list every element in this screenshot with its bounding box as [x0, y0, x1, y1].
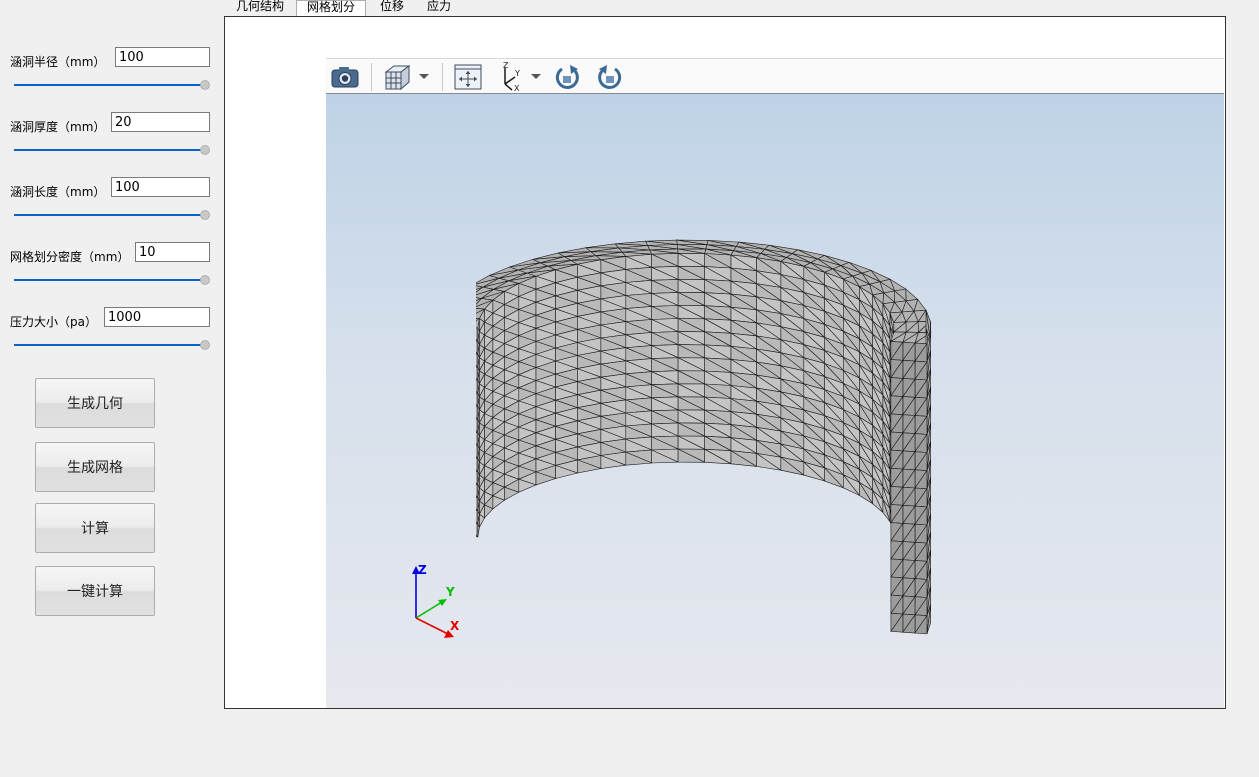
length-slider[interactable]	[14, 209, 210, 221]
y-axis-line	[415, 601, 443, 619]
radius-input[interactable]	[115, 47, 210, 67]
toolbar-separator	[442, 63, 443, 91]
svg-text:Y: Y	[514, 69, 520, 78]
radius-slider-thumb[interactable]	[200, 80, 210, 90]
tab-stress[interactable]: 应力	[418, 0, 460, 16]
view-cube-icon[interactable]	[382, 62, 412, 92]
length-label: 涵洞长度（mm）	[10, 185, 106, 199]
tab-geometry[interactable]: 几何结构	[226, 0, 294, 16]
rotate-cw-icon[interactable]	[553, 62, 583, 92]
axes-orientation-icon[interactable]: Z Y X	[496, 62, 526, 92]
mesh-density-slider[interactable]	[14, 274, 210, 286]
mesh-model[interactable]	[440, 168, 996, 691]
rotate-ccw-icon[interactable]	[594, 62, 624, 92]
mesh-density-slider-thumb[interactable]	[200, 275, 210, 285]
camera-icon[interactable]	[330, 62, 360, 92]
svg-text:X: X	[514, 84, 520, 92]
compute-button[interactable]: 计算	[35, 503, 155, 553]
pressure-input[interactable]	[104, 307, 210, 327]
svg-text:Z: Z	[503, 62, 509, 70]
view-dropdown-chevron-icon[interactable]	[418, 71, 430, 81]
x-axis-label: X	[450, 619, 460, 633]
radius-slider[interactable]	[14, 79, 210, 91]
generate-geometry-button[interactable]: 生成几何	[35, 378, 155, 428]
tab-mesh[interactable]: 网格划分	[296, 0, 366, 16]
length-slider-thumb[interactable]	[200, 210, 210, 220]
axis-triad: Z Y X	[412, 563, 460, 638]
mesh-element	[905, 288, 919, 302]
3d-viewer[interactable]: Z Y X Z Y X	[326, 58, 1224, 708]
mesh-element	[585, 243, 620, 249]
length-input[interactable]	[111, 177, 210, 197]
y-axis-arrow	[438, 599, 447, 606]
mesh-density-input[interactable]	[135, 242, 210, 262]
thickness-input[interactable]	[111, 112, 210, 132]
toolbar-separator	[371, 63, 372, 91]
pressure-slider-thumb[interactable]	[200, 340, 210, 350]
thickness-slider-thumb[interactable]	[200, 145, 210, 155]
pressure-label: 压力大小（pa）	[10, 315, 97, 329]
z-axis-label: Z	[418, 563, 427, 577]
radius-label: 涵洞半径（mm）	[10, 55, 106, 69]
thickness-slider[interactable]	[14, 144, 210, 156]
thickness-label: 涵洞厚度（mm）	[10, 120, 106, 134]
mesh-density-label: 网格划分密度（mm）	[10, 250, 130, 264]
tab-displacement[interactable]: 位移	[368, 0, 416, 16]
culvert-mesh-render[interactable]	[440, 168, 996, 688]
axes-dropdown-chevron-icon[interactable]	[530, 71, 542, 81]
x-axis-line	[415, 617, 449, 635]
pressure-slider[interactable]	[14, 339, 210, 351]
fit-all-icon[interactable]	[453, 62, 483, 92]
viewer-toolbar: Z Y X	[326, 58, 1224, 94]
generate-mesh-button[interactable]: 生成网格	[35, 442, 155, 492]
one-click-compute-button[interactable]: 一键计算	[35, 566, 155, 616]
y-axis-label: Y	[445, 585, 455, 599]
